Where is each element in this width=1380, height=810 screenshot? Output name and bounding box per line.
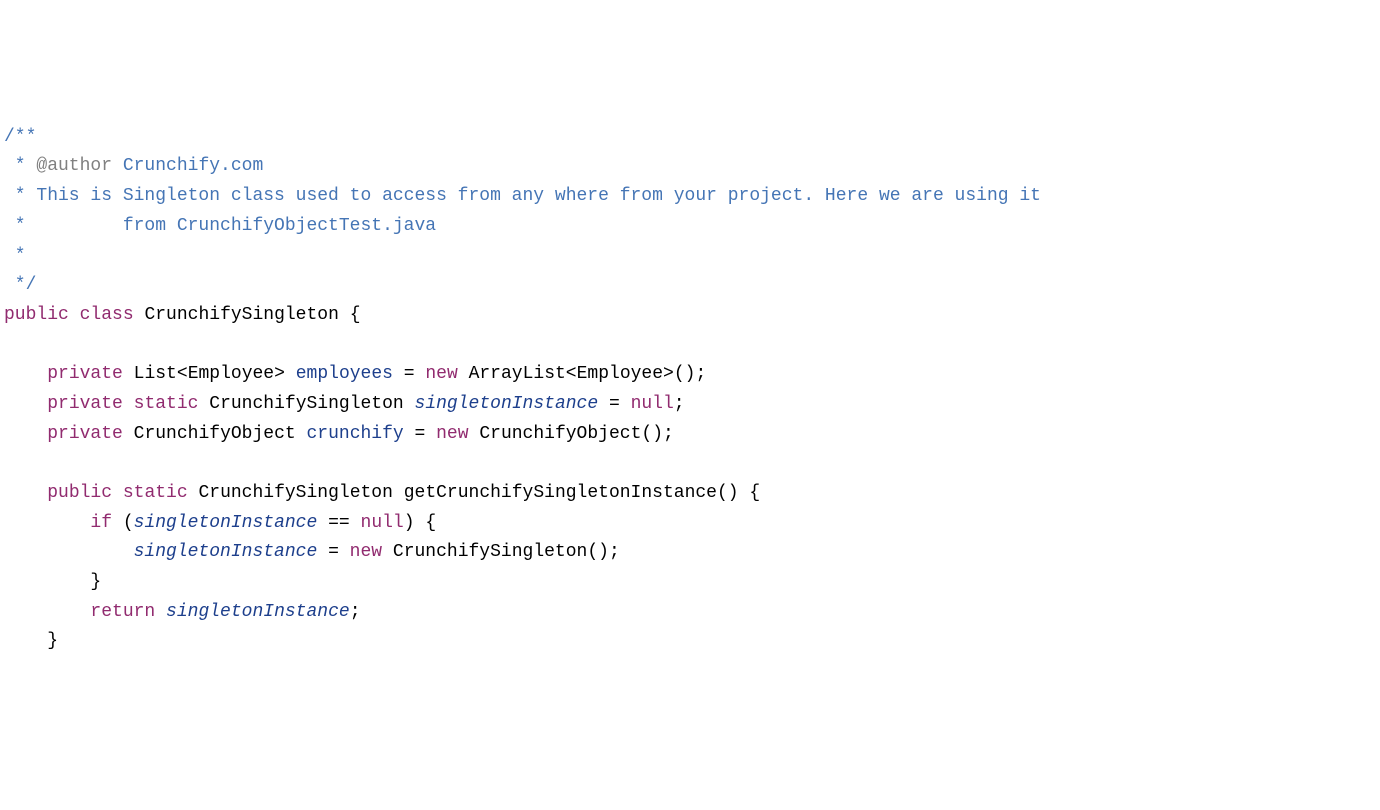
keyword-return: return [90, 602, 155, 622]
comment-close: */ [4, 275, 36, 295]
type-singleton: CrunchifySingleton [209, 394, 403, 414]
brace-open: { [350, 305, 361, 325]
keyword-private: private [47, 364, 123, 384]
type-arraylist: ArrayList [469, 364, 566, 384]
type-employee: Employee [188, 364, 274, 384]
field-singleton-instance: singletonInstance [415, 394, 599, 414]
field-singleton-instance: singletonInstance [166, 602, 350, 622]
field-singleton-instance: singletonInstance [134, 513, 318, 533]
comment-star: * [4, 186, 36, 206]
keyword-class: class [80, 305, 134, 325]
keyword-if: if [90, 513, 112, 533]
comment-star: * [4, 246, 26, 266]
comment-star: * [4, 156, 36, 176]
field-crunchify: crunchify [307, 424, 404, 444]
keyword-new: new [425, 364, 457, 384]
class-name: CrunchifySingleton [144, 305, 338, 325]
comment-text: This is Singleton class used to access f… [36, 186, 1041, 206]
keyword-new: new [436, 424, 468, 444]
keyword-private: private [47, 394, 123, 414]
comment-text: from CrunchifyObjectTest.java [36, 216, 436, 236]
method-name: getCrunchifySingletonInstance [404, 483, 717, 503]
brace-close: } [47, 631, 58, 651]
field-singleton-instance: singletonInstance [134, 542, 318, 562]
keyword-public: public [47, 483, 112, 503]
return-type: CrunchifySingleton [198, 483, 392, 503]
keyword-public: public [4, 305, 69, 325]
brace-open: { [425, 513, 436, 533]
type-list: List [134, 364, 177, 384]
comment-open: /** [4, 127, 36, 147]
keyword-null: null [361, 513, 404, 533]
field-employees: employees [296, 364, 393, 384]
javadoc-value: Crunchify.com [112, 156, 263, 176]
brace-open: { [749, 483, 760, 503]
keyword-new: new [350, 542, 382, 562]
brace-close: } [90, 572, 101, 592]
javadoc-tag: @author [36, 156, 112, 176]
keyword-null: null [631, 394, 674, 414]
comment-star: * [4, 216, 36, 236]
keyword-static: static [123, 483, 188, 503]
code-editor[interactable]: /** * @author Crunchify.com * This is Si… [4, 123, 1376, 657]
type-crunchifyobject: CrunchifyObject [134, 424, 296, 444]
keyword-static: static [134, 394, 199, 414]
keyword-private: private [47, 424, 123, 444]
